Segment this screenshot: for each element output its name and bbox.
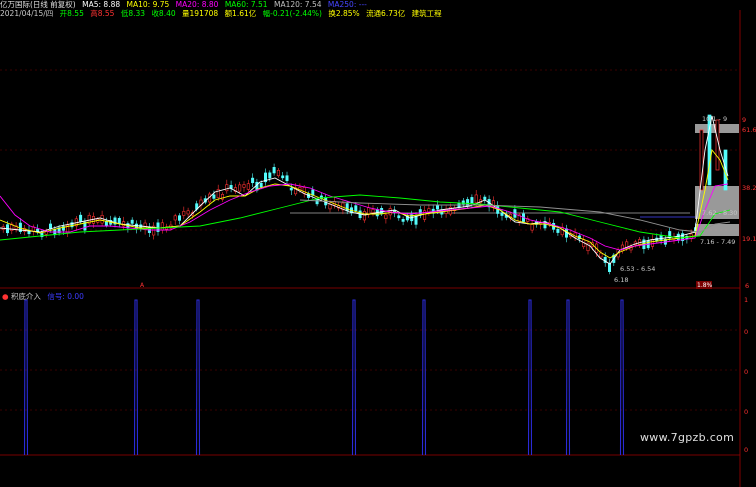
watermark: www.7gpzb.com: [640, 431, 735, 444]
candle-body: [556, 228, 560, 233]
marker-b: 1.8%: [697, 282, 713, 289]
signal-bar: [23, 299, 29, 456]
candle-body: [212, 194, 216, 199]
ind-axis-1: 1: [744, 296, 748, 304]
axis-label-4: 19.1: [742, 235, 756, 243]
candle-body: [173, 215, 177, 221]
candle-body: [367, 207, 371, 215]
candle-body: [48, 223, 52, 230]
candle-body: [474, 194, 478, 204]
anno-high-range: 10.1 - 9: [702, 115, 727, 123]
candle-body: [268, 172, 272, 179]
candle-body: [225, 184, 229, 192]
signal-bar: [619, 299, 625, 456]
indicator-subtitle: 信号: 0.00: [47, 292, 84, 301]
candle-body: [186, 210, 190, 215]
candle-body: [625, 241, 629, 248]
candle-body: [160, 222, 164, 231]
kline-chart[interactable]: 10.1 - 9 7.62 - 8.30 7.16 - 7.49 6.53 - …: [0, 0, 756, 487]
candles: [1, 114, 728, 275]
ind-axis-5: 0: [744, 446, 748, 454]
ma5-line: [0, 115, 729, 265]
signal-bar: [351, 299, 357, 456]
indicator-dot-icon: ●: [2, 292, 9, 301]
candle-body: [384, 214, 388, 219]
candle-body: [650, 239, 654, 247]
candle-body: [362, 211, 366, 221]
anno-range-3: 6.53 - 6.54: [620, 265, 655, 273]
candle-body: [354, 205, 358, 212]
candle-body: [289, 187, 293, 191]
candle-body: [276, 170, 280, 177]
candle-body: [371, 209, 375, 213]
ind-axis-3: 0: [744, 368, 748, 376]
candle-body: [272, 167, 276, 174]
candle-body: [380, 208, 384, 215]
candle-body: [470, 197, 474, 204]
candle-body: [530, 224, 534, 231]
signal-bar: [565, 299, 571, 456]
candle-body: [345, 203, 349, 212]
anno-low-point: 6.18: [614, 276, 628, 284]
candle-body: [182, 211, 186, 216]
candle-body: [483, 196, 487, 200]
axis-label-2: 61.6: [742, 126, 756, 134]
signal-bar: [133, 299, 139, 456]
candle-body: [238, 184, 242, 192]
candle-body: [130, 219, 134, 224]
candle-body: [178, 215, 182, 221]
ind-axis-4: 0: [744, 408, 748, 416]
candle-body: [607, 263, 611, 272]
candle-body: [414, 215, 418, 225]
candle-body: [135, 223, 139, 229]
candle-body: [707, 114, 712, 186]
signal-bar: [195, 299, 201, 456]
axis-label-5: 6: [745, 282, 749, 290]
ma10-line: [0, 148, 729, 259]
candle-body: [401, 218, 405, 222]
axis-label-3: 38.2: [742, 184, 756, 192]
candle-body: [285, 175, 289, 182]
candle-body: [315, 199, 319, 205]
candle-body: [328, 204, 332, 210]
candle-body: [638, 239, 642, 245]
anno-range-2: 7.16 - 7.49: [700, 238, 735, 246]
candle-body: [79, 214, 83, 222]
indicator-header: ● 积底介入 信号: 0.00: [2, 291, 84, 302]
candle-body: [259, 182, 263, 188]
candle-body: [500, 212, 504, 216]
grid: [0, 69, 740, 411]
ind-axis-2: 0: [744, 328, 748, 336]
candle-body: [246, 183, 250, 190]
axis-label-1: 9: [742, 116, 746, 124]
candle-body: [242, 184, 246, 188]
candle-body: [281, 175, 285, 179]
candle-body: [251, 177, 255, 184]
candle-body: [435, 204, 439, 210]
anno-range-1: 7.62 - 8.30: [702, 209, 737, 217]
signal-bar: [527, 299, 533, 456]
indicator-title: 积底介入: [10, 292, 41, 301]
candle-body: [599, 252, 603, 258]
candle-body: [117, 218, 121, 224]
signal-bar: [421, 299, 427, 456]
candle-body: [397, 215, 401, 219]
signal-bars: [23, 299, 625, 456]
